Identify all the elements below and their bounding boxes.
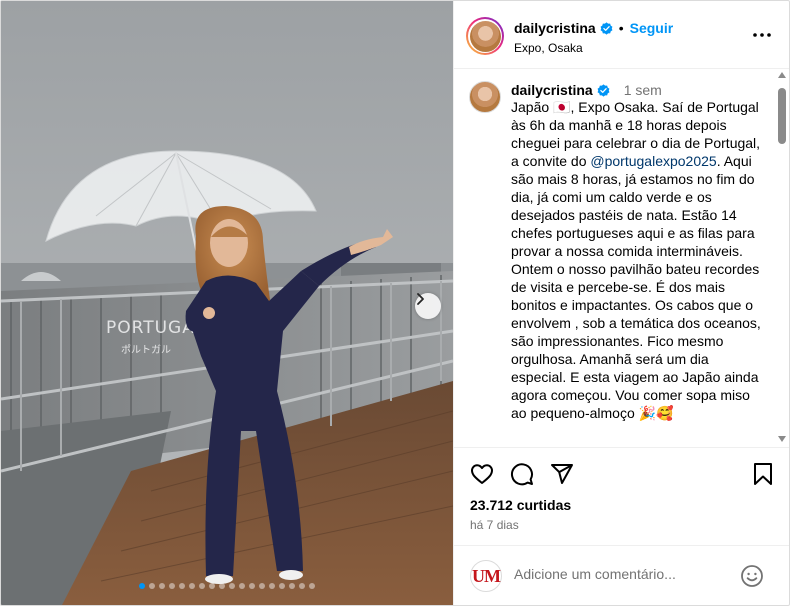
- carousel-dot: [149, 583, 155, 589]
- carousel-dot: [239, 583, 245, 589]
- share-button[interactable]: [550, 462, 574, 491]
- scroll-down-arrow[interactable]: [778, 436, 786, 442]
- carousel-dot: [309, 583, 315, 589]
- caption-timestamp[interactable]: 1 sem: [624, 82, 662, 98]
- likes-count[interactable]: 23.712 curtidas: [470, 497, 571, 513]
- emoji-button[interactable]: [740, 564, 764, 588]
- like-button[interactable]: [470, 462, 494, 491]
- post-photo: PORTUGAL ポルトガル: [1, 1, 453, 605]
- carousel-dot: [179, 583, 185, 589]
- post-media[interactable]: PORTUGAL ポルトガル: [1, 1, 453, 605]
- post-location[interactable]: Expo, Osaka: [514, 41, 583, 55]
- carousel-dot: [229, 583, 235, 589]
- post-side-panel: dailycristina • Seguir Expo, Osaka daily…: [453, 1, 789, 605]
- post-header: dailycristina • Seguir Expo, Osaka: [454, 1, 789, 69]
- comment-input[interactable]: [514, 566, 734, 582]
- verified-badge-icon: [597, 83, 610, 97]
- caption-text: Japão 🇯🇵, Expo Osaka. Saí de Portugal às…: [511, 98, 763, 422]
- avatar-border: [468, 19, 502, 53]
- scroll-thumb[interactable]: [778, 88, 786, 144]
- carousel-dot: [289, 583, 295, 589]
- paper-plane-icon: [551, 464, 573, 484]
- caption-author-username[interactable]: dailycristina: [511, 82, 593, 98]
- verified-badge-icon: [600, 21, 613, 35]
- more-options-button[interactable]: [750, 25, 774, 45]
- carousel-dot: [299, 583, 305, 589]
- follow-button[interactable]: Seguir: [630, 20, 674, 36]
- comment-bubble-icon: [511, 463, 533, 486]
- caption-text-end: . Aqui são mais 8 horas, já estamos no f…: [511, 153, 761, 421]
- scroll-up-arrow[interactable]: [778, 72, 786, 78]
- heart-icon: [471, 464, 493, 484]
- chevron-right-icon: [417, 293, 424, 305]
- caption-scrollbar[interactable]: [776, 72, 788, 444]
- comment-bar: UM: [454, 545, 789, 605]
- carousel-dot: [279, 583, 285, 589]
- pavilion-sign-jp: ポルトガル: [121, 344, 171, 356]
- commenter-avatar: UM: [470, 560, 502, 592]
- carousel-dot: [209, 583, 215, 589]
- carousel-dot: [139, 583, 145, 589]
- header-separator: •: [618, 20, 624, 36]
- carousel-dot: [169, 583, 175, 589]
- caption-section: dailycristina 1 sem Japão 🇯🇵, Expo Osaka…: [454, 70, 789, 446]
- comment-button[interactable]: [510, 462, 534, 491]
- carousel-dot: [269, 583, 275, 589]
- smiley-icon: [741, 565, 763, 587]
- save-button[interactable]: [752, 462, 774, 491]
- more-horizontal-icon: [753, 33, 771, 37]
- caption-header: dailycristina 1 sem: [511, 82, 662, 98]
- carousel-dot: [159, 583, 165, 589]
- header-name-row: dailycristina • Seguir: [514, 20, 673, 36]
- carousel-indicator: [1, 583, 453, 589]
- caption-mention-link[interactable]: @portugalexpo2025: [590, 153, 716, 169]
- carousel-dot: [199, 583, 205, 589]
- caption-author-avatar[interactable]: [469, 81, 501, 113]
- carousel-dot: [219, 583, 225, 589]
- post-container: PORTUGAL ポルトガル dailycristina • Seguir Ex…: [0, 0, 790, 606]
- carousel-dot: [249, 583, 255, 589]
- action-bar-divider: [454, 447, 789, 448]
- bookmark-icon: [754, 463, 772, 485]
- carousel-next-button[interactable]: [415, 293, 441, 319]
- carousel-dot: [189, 583, 195, 589]
- carousel-dot: [259, 583, 265, 589]
- author-avatar[interactable]: [466, 17, 504, 55]
- post-date[interactable]: há 7 dias: [470, 518, 519, 532]
- avatar-photo: [469, 20, 501, 52]
- author-username[interactable]: dailycristina: [514, 20, 596, 36]
